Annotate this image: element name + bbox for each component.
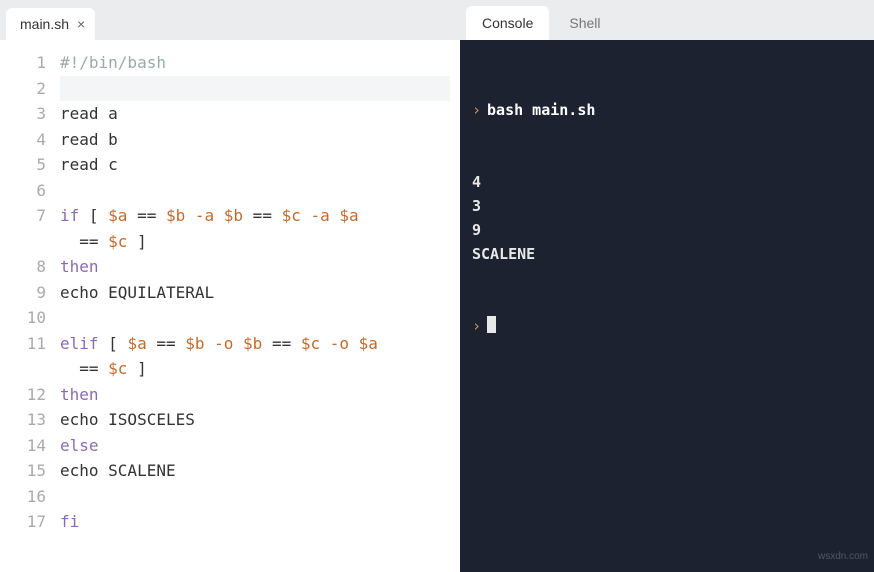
console-line: › bash main.sh	[472, 98, 862, 122]
prompt-icon: ›	[472, 101, 481, 119]
line-number: 12	[0, 382, 46, 408]
tab-console[interactable]: Console	[466, 6, 549, 40]
code-line[interactable]: then	[60, 382, 450, 408]
code-line[interactable]: == $c ]	[60, 229, 450, 255]
code-line[interactable]: elif [ $a == $b -o $b == $c -o $a	[60, 331, 450, 357]
code-line[interactable]	[60, 305, 450, 331]
console-command: bash main.sh	[487, 101, 595, 119]
line-number: 11	[0, 331, 46, 357]
code-line[interactable]	[60, 178, 450, 204]
line-number: 3	[0, 101, 46, 127]
code-line[interactable]: #!/bin/bash	[60, 50, 450, 76]
line-number: 9	[0, 280, 46, 306]
code-line[interactable]	[60, 76, 450, 102]
watermark: wsxdn.com	[818, 545, 868, 569]
line-number: 13	[0, 407, 46, 433]
line-number: 6	[0, 178, 46, 204]
line-number: 5	[0, 152, 46, 178]
code-line[interactable]: fi	[60, 509, 450, 535]
code-line[interactable]: echo SCALENE	[60, 458, 450, 484]
line-number: 15	[0, 458, 46, 484]
console-output[interactable]: › bash main.sh 439SCALENE › wsxdn.com	[460, 40, 874, 572]
line-number: 17	[0, 509, 46, 535]
console-output-line: 4	[472, 170, 862, 194]
tab-shell[interactable]: Shell	[553, 6, 616, 40]
line-number: 16	[0, 484, 46, 510]
line-number: 1	[0, 50, 46, 76]
code-editor[interactable]: 1234567891011121314151617 #!/bin/bashrea…	[0, 40, 460, 572]
close-icon[interactable]: ×	[77, 16, 85, 32]
code-line[interactable]: then	[60, 254, 450, 280]
editor-pane: main.sh × 1234567891011121314151617 #!/b…	[0, 0, 460, 572]
code-line[interactable]: read c	[60, 152, 450, 178]
right-tabs: Console Shell	[460, 0, 874, 40]
code-line[interactable]: if [ $a == $b -a $b == $c -a $a	[60, 203, 450, 229]
line-number: 14	[0, 433, 46, 459]
file-tab-main[interactable]: main.sh ×	[6, 8, 95, 40]
line-number: 7	[0, 203, 46, 229]
line-number: 4	[0, 127, 46, 153]
console-prompt-line: ›	[472, 314, 862, 338]
line-number: 8	[0, 254, 46, 280]
code-line[interactable]: == $c ]	[60, 356, 450, 382]
code-area[interactable]: #!/bin/bash read aread bread c if [ $a == …	[60, 50, 460, 572]
prompt-icon: ›	[472, 317, 481, 335]
console-output-line: 9	[472, 218, 862, 242]
line-number: 10	[0, 305, 46, 331]
code-line[interactable]: read b	[60, 127, 450, 153]
code-line[interactable]: echo ISOSCELES	[60, 407, 450, 433]
code-line[interactable]: echo EQUILATERAL	[60, 280, 450, 306]
code-line[interactable]: else	[60, 433, 450, 459]
file-tab-label: main.sh	[20, 16, 69, 32]
cursor-icon	[487, 316, 496, 333]
code-line[interactable]: read a	[60, 101, 450, 127]
console-output-line: SCALENE	[472, 242, 862, 266]
console-output-lines: 439SCALENE	[472, 170, 862, 266]
console-output-line: 3	[472, 194, 862, 218]
right-pane: Console Shell › bash main.sh 439SCALENE ›…	[460, 0, 874, 572]
line-number: 2	[0, 76, 46, 102]
code-line[interactable]	[60, 484, 450, 510]
line-gutter: 1234567891011121314151617	[0, 50, 60, 572]
editor-tabs: main.sh ×	[0, 0, 460, 40]
